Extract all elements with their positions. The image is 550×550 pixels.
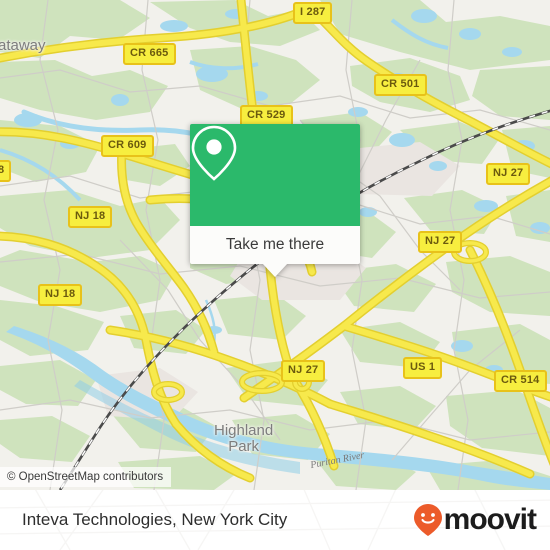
take-me-there-label: Take me there bbox=[225, 236, 325, 253]
map-canvas[interactable]: I 287 CR 665 CR 501 CR 529 CR 609 NJ 27 8 NJ 18… bbox=[0, 0, 550, 490]
moovit-logo[interactable]: moovit bbox=[413, 503, 537, 537]
map-attribution[interactable]: © OpenStreetMap contributors bbox=[0, 467, 172, 487]
map-pin-icon bbox=[191, 125, 237, 181]
road-shield-i-287: I 287 bbox=[293, 2, 333, 24]
road-shield-nj-27-east: NJ 27 bbox=[486, 163, 531, 185]
popup-tail bbox=[262, 263, 288, 277]
location-popup-card[interactable]: Take me there bbox=[190, 124, 360, 277]
road-shield-nj-18-north: NJ 18 bbox=[68, 206, 113, 228]
popup-marker-area bbox=[190, 124, 360, 226]
moovit-smiley-pin-icon bbox=[413, 504, 442, 536]
take-me-there-button[interactable]: Take me there bbox=[190, 226, 360, 264]
road-shield-nj-27-south: NJ 27 bbox=[281, 360, 326, 382]
moovit-map-screenshot: I 287 CR 665 CR 501 CR 529 CR 609 NJ 27 8 NJ 18… bbox=[0, 0, 550, 550]
place-label-highland-park: Highland Park bbox=[214, 422, 274, 455]
footer-bar: Inteva Technologies, New York City moovi… bbox=[0, 490, 550, 550]
place-label-piscataway: ataway bbox=[0, 37, 46, 54]
page-title: Inteva Technologies, New York City bbox=[22, 510, 288, 529]
road-shield-nj-18-clipped: 8 bbox=[0, 160, 12, 182]
road-shield-cr-665: CR 665 bbox=[123, 43, 176, 65]
road-shield-nj-27-mid: NJ 27 bbox=[418, 231, 463, 253]
road-shield-nj-18-south: NJ 18 bbox=[38, 284, 83, 306]
road-shield-cr-609: CR 609 bbox=[101, 135, 154, 157]
road-shield-cr-501: CR 501 bbox=[374, 74, 427, 96]
road-shield-cr-514: CR 514 bbox=[494, 370, 547, 392]
road-shield-us-1: US 1 bbox=[403, 357, 443, 379]
moovit-wordmark: moovit bbox=[443, 503, 537, 536]
